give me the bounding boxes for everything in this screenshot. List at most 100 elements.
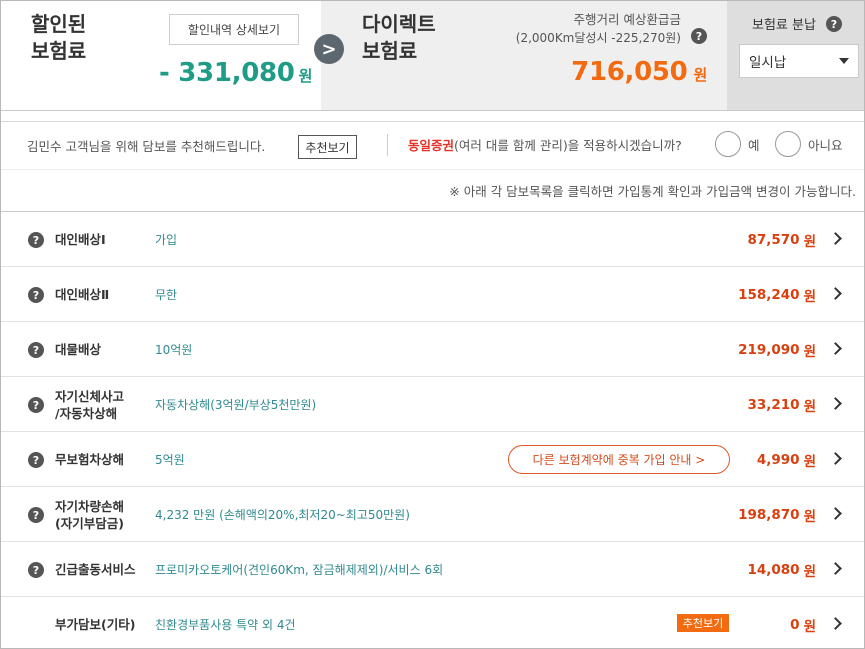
question-circle-icon[interactable]: ? <box>28 507 44 523</box>
coverage-name: 긴급출동서비스 <box>55 562 136 577</box>
recommend-button[interactable]: 추천보기 <box>298 135 357 159</box>
refund-help-icon[interactable]: ? <box>691 28 707 44</box>
coverage-value: 친환경부품사용 특약 외 4건 <box>155 618 296 632</box>
installment-help-icon[interactable]: ? <box>826 16 842 32</box>
direct-amount-unit: 원 <box>693 66 707 84</box>
recommend-text: 김민수 고객님을 위해 담보를 추천해드립니다. <box>27 139 266 154</box>
notice-divider <box>1 169 864 170</box>
coverage-price: 87,570 원 <box>747 212 816 267</box>
joint-policy-question: 동일증권(여러 대를 함께 관리)을 적용하시겠습니까? <box>408 135 682 154</box>
direct-panel: 다이렉트 보험료 주행거리 예상환급금 (2,000Km달성시 -225,270… <box>321 1 727 110</box>
coverage-name: 무보험차상해 <box>55 452 125 467</box>
coverage-row-uninsured-motorist[interactable]: ? 무보험차상해 5억원 다른 보험계약에 중복 가입 안내 > 4,990 원 <box>1 432 864 487</box>
joint-no-label[interactable]: 아니요 <box>808 135 843 154</box>
coverage-row-emergency-service[interactable]: ? 긴급출동서비스 프로미카오토케어(견인60Km, 잠금해제제외)/서비스 6… <box>1 542 864 597</box>
coverage-price-value: 4,990 <box>756 451 800 468</box>
chevron-right-icon[interactable] <box>829 452 842 465</box>
coverage-name: 대물배상 <box>55 342 102 357</box>
coverage-price: 4,990 원 <box>757 432 816 487</box>
discount-title-line1: 할인된 <box>31 12 87 36</box>
chevron-right-icon[interactable] <box>829 232 842 245</box>
chevron-right-icon[interactable] <box>829 342 842 355</box>
direct-title: 다이렉트 보험료 <box>362 11 436 65</box>
coverage-price-value: 0 <box>790 616 800 633</box>
chevron-right-icon[interactable] <box>829 562 842 575</box>
coverage-row-property-damage[interactable]: ? 대물배상 10억원 219,090 원 <box>1 322 864 377</box>
question-circle-icon[interactable]: ? <box>28 452 44 468</box>
question-circle-icon[interactable]: ? <box>28 287 44 303</box>
coverage-price-value: 33,210 <box>747 396 800 413</box>
recommend-tag[interactable]: 추천보기 <box>677 614 729 632</box>
coverage-row-bodily-injury-1[interactable]: ? 대인배상Ⅰ 가입 87,570 원 <box>1 212 864 267</box>
premium-header: 할인된 보험료 할인내역 상세보기 - 331,080 원 > 다이렉트 보험료 … <box>1 1 864 111</box>
joint-yes-radio[interactable] <box>715 131 741 157</box>
discount-detail-button[interactable]: 할인내역 상세보기 <box>169 14 299 45</box>
coverage-price: 158,240 원 <box>738 267 816 322</box>
discount-amount-unit: 원 <box>298 67 313 85</box>
coverage-name: 부가담보(기타) <box>55 617 136 632</box>
coverage-row-bodily-injury-2[interactable]: ? 대인배상Ⅱ 무한 158,240 원 <box>1 267 864 322</box>
discount-amount: - 331,080 원 <box>159 58 312 88</box>
joint-policy-question-text: (여러 대를 함께 관리)을 적용하시겠습니까? <box>454 138 682 153</box>
chevron-right-icon[interactable] <box>829 397 842 410</box>
chevron-right-icon[interactable] <box>829 287 842 300</box>
question-circle-icon[interactable]: ? <box>28 342 44 358</box>
installment-select[interactable]: 일시납 <box>739 44 859 78</box>
coverage-name: 자기신체사고 /자동차상해 <box>55 388 125 421</box>
chevron-right-icon[interactable] <box>829 617 842 630</box>
coverage-price-unit: 원 <box>803 508 816 525</box>
coverage-price-value: 158,240 <box>738 286 800 303</box>
coverage-value: 가입 <box>155 233 178 247</box>
question-circle-icon[interactable]: ? <box>28 562 44 578</box>
coverage-value: 무한 <box>155 288 178 302</box>
duplicate-coverage-notice-button[interactable]: 다른 보험계약에 중복 가입 안내 > <box>508 445 730 474</box>
discount-amount-value: - 331,080 <box>159 58 295 88</box>
coverage-value: 5억원 <box>155 453 185 467</box>
coverage-value: 4,232 만원 (손해액의20%,최저20~최고50만원) <box>155 508 410 522</box>
coverage-price: 0원 <box>790 597 816 648</box>
refund-label: 주행거리 예상환급금 <box>573 12 681 27</box>
coverage-name: 대인배상Ⅰ <box>55 232 106 247</box>
coverage-price-value: 198,870 <box>738 506 800 523</box>
chevron-right-icon[interactable] <box>829 507 842 520</box>
coverage-price-unit: 원 <box>803 563 816 580</box>
coverage-price-value: 87,570 <box>747 231 800 248</box>
coverage-value: 프로미카오토케어(견인60Km, 잠금해제제외)/서비스 6회 <box>155 563 444 577</box>
coverage-list: ? 대인배상Ⅰ 가입 87,570 원 ? 대인배상Ⅱ 무한 158,240 원 ?… <box>1 211 864 648</box>
installment-panel: 보험료 분납 ? 일시납 <box>727 1 864 110</box>
discount-panel: 할인된 보험료 할인내역 상세보기 - 331,080 원 <box>1 1 321 110</box>
coverage-price-unit: 원 <box>803 233 816 250</box>
coverage-name: 대인배상Ⅱ <box>55 287 110 302</box>
coverage-row-own-vehicle-damage[interactable]: ? 자기차량손해 (자기부담금) 4,232 만원 (손해액의20%,최저20~… <box>1 487 864 542</box>
coverage-price: 33,210 원 <box>747 377 816 432</box>
coverage-price-unit: 원 <box>803 618 816 635</box>
coverage-price-unit: 원 <box>803 453 816 470</box>
coverage-price-unit: 원 <box>803 288 816 305</box>
insurance-premium-panel: 할인된 보험료 할인내역 상세보기 - 331,080 원 > 다이렉트 보험료 … <box>0 0 865 649</box>
coverage-value: 자동차상해(3억원/부상5천만원) <box>155 398 317 412</box>
coverage-notice: ※ 아래 각 담보목록을 클릭하면 가입통계 확인과 가입금액 변경이 가능합니… <box>449 184 856 199</box>
direct-amount: 716,050 원 <box>571 57 707 87</box>
coverage-price-unit: 원 <box>803 343 816 360</box>
joint-no-radio[interactable] <box>775 131 801 157</box>
coverage-row-additional[interactable]: 부가담보(기타) 친환경부품사용 특약 외 4건 추천보기 0원 <box>1 597 864 648</box>
caret-down-icon <box>839 58 849 64</box>
question-circle-icon[interactable]: ? <box>28 397 44 413</box>
discount-title: 할인된 보험료 <box>31 11 86 65</box>
direct-title-line2: 보험료 <box>362 39 418 63</box>
direct-title-line1: 다이렉트 <box>362 12 436 36</box>
installment-selected-value: 일시납 <box>749 55 787 71</box>
coverage-price-value: 14,080 <box>747 561 800 578</box>
coverage-price-value: 219,090 <box>738 341 800 358</box>
discount-title-line2: 보험료 <box>31 39 87 63</box>
coverage-price: 219,090 원 <box>738 322 816 377</box>
coverage-price: 14,080 원 <box>747 542 816 597</box>
direct-amount-value: 716,050 <box>571 57 688 87</box>
arrow-right-circle-icon: > <box>314 34 344 64</box>
question-circle-icon[interactable]: ? <box>28 232 44 248</box>
joint-yes-label[interactable]: 예 <box>748 135 760 154</box>
coverage-price-unit: 원 <box>803 398 816 415</box>
coverage-price: 198,870 원 <box>738 487 816 542</box>
refund-subtext: (2,000Km달성시 -225,270원) <box>515 31 681 45</box>
coverage-row-personal-injury[interactable]: ? 자기신체사고 /자동차상해 자동차상해(3억원/부상5천만원) 33,210… <box>1 377 864 432</box>
